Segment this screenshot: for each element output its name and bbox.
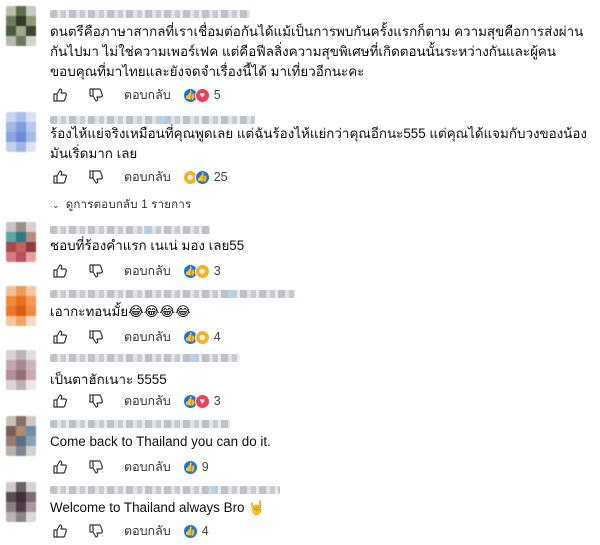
avatar[interactable] — [6, 416, 36, 456]
reply-button[interactable]: ตอบกลับ — [124, 391, 171, 411]
comment-text: ดนตรีคือภาษาสากลที่เราเชื่อมต่อกันได้แม้… — [50, 24, 584, 79]
avatar[interactable] — [6, 112, 36, 152]
reply-button[interactable]: ตอบกลับ — [124, 85, 171, 105]
dislike-icon[interactable] — [88, 263, 104, 279]
like-icon[interactable] — [52, 87, 68, 103]
dislike-icon[interactable] — [88, 393, 104, 409]
reply-button[interactable]: ตอบกลับ — [124, 327, 171, 347]
dislike-icon[interactable] — [88, 87, 104, 103]
comment-actions: ตอบกลับ 👍 ☻ 4 — [52, 328, 221, 346]
reply-button[interactable]: ตอบกลับ — [124, 457, 171, 477]
reply-button[interactable]: ตอบกลับ — [124, 521, 171, 541]
reaction-count: 5 — [213, 88, 221, 102]
haha-reaction-icon: ☻ — [194, 263, 210, 279]
like-icon[interactable] — [52, 169, 68, 185]
avatar[interactable] — [6, 6, 36, 46]
author-name[interactable] — [50, 290, 295, 298]
comment-actions: ตอบกลับ 👍 9 — [52, 458, 209, 476]
reaction-summary[interactable]: 👍 4 — [182, 523, 209, 539]
dislike-icon[interactable] — [88, 169, 104, 185]
reaction-summary[interactable]: 👍 ☻ 4 — [182, 329, 221, 345]
reply-button[interactable]: ตอบกลับ — [124, 167, 171, 187]
avatar[interactable] — [6, 350, 36, 390]
avatar[interactable] — [6, 222, 36, 262]
author-name[interactable] — [50, 486, 280, 494]
reaction-count: 25 — [213, 170, 228, 184]
chevron-down-icon: ⌄ — [52, 200, 60, 210]
haha-reaction-icon: ☻ — [194, 329, 210, 345]
avatar[interactable] — [6, 482, 36, 522]
author-name[interactable] — [50, 116, 255, 124]
reaction-count: 3 — [213, 394, 221, 408]
comment-text: เป็นตาฮักเนาะ 5555 — [50, 372, 167, 387]
reaction-summary[interactable]: 👍 9 — [182, 459, 209, 475]
comment-actions: ตอบกลับ 👍 4 — [52, 522, 209, 540]
comment-actions: ตอบกลับ 👍 ♥ 3 — [52, 392, 221, 410]
like-icon[interactable] — [52, 329, 68, 345]
comment-text: ชอบที่ร้องคำแรก เนเน่ มอง เลย55 — [50, 238, 245, 253]
comment-text: Welcome to Thailand always Bro 🤘 — [50, 500, 265, 515]
comment-text: ร้องไห้แย่จริงเหมือนที่คุณพูดเลย แต่ฉันร… — [50, 126, 587, 161]
author-name[interactable] — [50, 226, 210, 234]
avatar[interactable] — [6, 286, 36, 326]
comment-actions: ตอบกลับ 👍 ♥ 5 — [52, 86, 221, 104]
reaction-summary[interactable]: 👍 ☻ 3 — [182, 263, 221, 279]
like-icon[interactable] — [52, 393, 68, 409]
reaction-count: 4 — [213, 330, 221, 344]
author-name[interactable] — [50, 10, 250, 18]
comment-actions: ตอบกลับ 👍 ☻ 3 — [52, 262, 221, 280]
reply-button[interactable]: ตอบกลับ — [124, 261, 171, 281]
comment-text: Come back to Thailand you can do it. — [50, 434, 271, 449]
like-icon[interactable] — [52, 523, 68, 539]
author-name[interactable] — [50, 354, 240, 362]
like-icon[interactable] — [52, 459, 68, 475]
comment-text: เอากะทอนมั้ย😂😂😂😂 — [50, 304, 191, 319]
reaction-count: 4 — [201, 524, 209, 538]
view-replies-link[interactable]: ⌄ ดูการตอบกลับ 1 รายการ — [52, 196, 191, 214]
like-icon[interactable] — [52, 263, 68, 279]
dislike-icon[interactable] — [88, 459, 104, 475]
reaction-summary[interactable]: 👍 ♥ 3 — [182, 393, 221, 409]
like-reaction-icon: 👍 — [182, 523, 198, 539]
like-reaction-icon: 👍 — [194, 169, 210, 185]
love-reaction-icon: ♥ — [194, 87, 210, 103]
reaction-summary[interactable]: 👍 ♥ 5 — [182, 87, 221, 103]
reaction-count: 3 — [213, 264, 221, 278]
comment-actions: ตอบกลับ ☻ 👍 25 — [52, 168, 228, 186]
view-replies-label: ดูการตอบกลับ 1 รายการ — [65, 199, 192, 211]
like-reaction-icon: 👍 — [182, 459, 198, 475]
author-name[interactable] — [50, 420, 230, 428]
dislike-icon[interactable] — [88, 329, 104, 345]
reaction-count: 9 — [201, 460, 209, 474]
dislike-icon[interactable] — [88, 523, 104, 539]
love-reaction-icon: ♥ — [194, 393, 210, 409]
reaction-summary[interactable]: ☻ 👍 25 — [182, 169, 228, 185]
